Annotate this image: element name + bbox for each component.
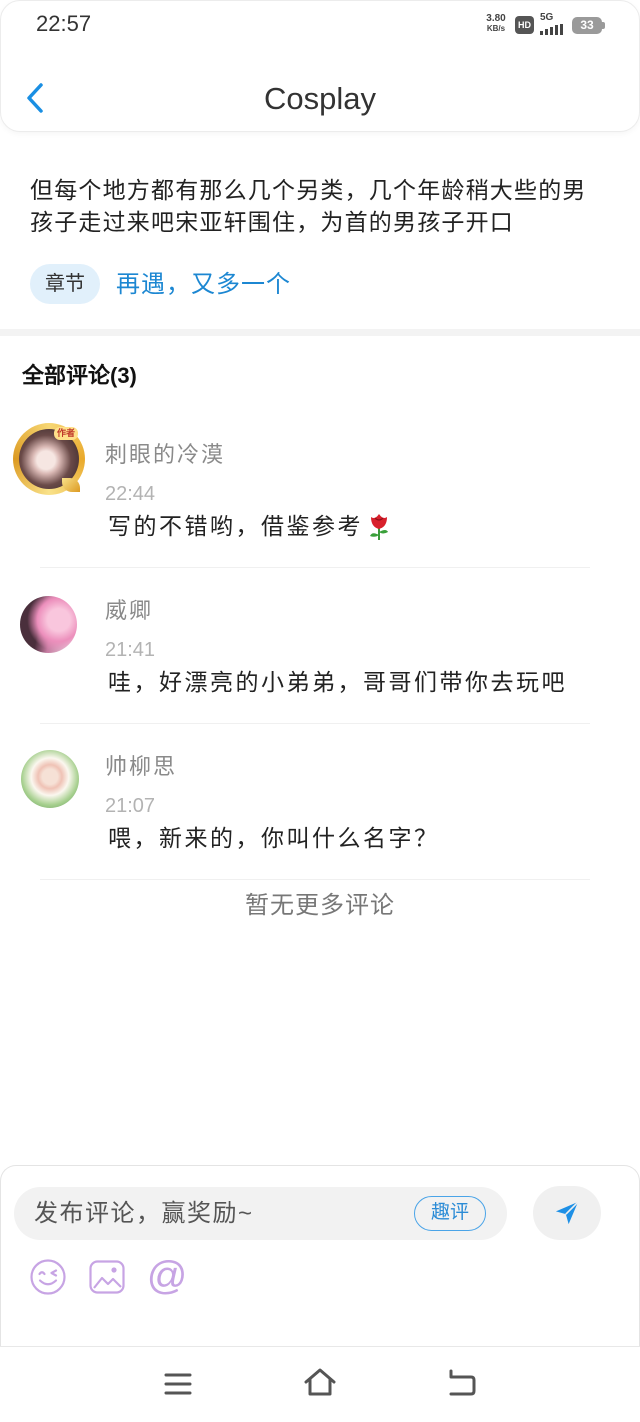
comment-text: 写的不错哟，借鉴参考	[108, 510, 391, 542]
quoted-excerpt: 但每个地方都有那么几个另类，几个年龄稍大些的男孩子走过来吧宋亚轩围住，为首的男孩…	[30, 177, 587, 235]
comment-time: 21:41	[105, 639, 156, 661]
comment-input[interactable]	[34, 1187, 404, 1240]
comment-divider	[40, 567, 590, 568]
avatar[interactable]	[20, 596, 77, 653]
back-icon[interactable]	[446, 1368, 478, 1398]
emoji-icon[interactable]	[29, 1258, 67, 1296]
comment-divider	[40, 879, 590, 880]
network-speed-unit: KB/s	[486, 24, 506, 33]
send-icon[interactable]	[553, 1199, 581, 1227]
avatar[interactable]	[21, 750, 79, 808]
author-badge: 作者	[54, 427, 79, 440]
comment-author[interactable]: 刺眼的冷漠	[105, 440, 225, 470]
menu-icon[interactable]	[164, 1371, 192, 1397]
comment-text-content: 写的不错哟，借鉴参考	[108, 513, 363, 539]
hd-icon: HD	[515, 16, 534, 34]
network-speed-value: 3.80	[486, 13, 506, 24]
comment-time: 21:07	[105, 795, 156, 817]
page-title: Cosplay	[264, 81, 376, 116]
comment-author[interactable]: 帅柳思	[105, 752, 177, 782]
fun-comment-button[interactable]: 趣评	[414, 1196, 486, 1231]
comment-time: 22:44	[105, 483, 156, 505]
battery-tip	[602, 22, 605, 29]
send-button[interactable]	[533, 1186, 601, 1240]
comment-divider	[40, 723, 590, 724]
home-icon[interactable]	[302, 1366, 338, 1398]
network-type: 5G	[540, 12, 554, 23]
status-time: 22:57	[36, 11, 92, 36]
comment-item: 作者 刺眼的冷漠 22:44 写的不错哟，借鉴参考	[0, 420, 640, 576]
comment-author[interactable]: 威卿	[105, 596, 153, 626]
rose-icon	[370, 514, 388, 540]
no-more-comments: 暂无更多评论	[245, 892, 395, 919]
network-speed: 3.80 KB/s	[482, 13, 510, 33]
at-icon[interactable]: @	[146, 1254, 188, 1298]
chapter-badge: 章节	[30, 264, 100, 304]
comments-heading: 全部评论(3)	[22, 363, 137, 388]
chapter-link[interactable]: 再遇，又多一个	[116, 267, 291, 303]
image-icon[interactable]	[88, 1258, 126, 1296]
comment-text: 喂，新来的，你叫什么名字？	[108, 825, 440, 851]
section-divider	[0, 329, 640, 336]
signal-icon	[540, 24, 563, 35]
comment-item: 威卿 21:41 哇，好漂亮的小弟弟，哥哥们带你去玩吧	[0, 576, 640, 732]
comment-text: 哇，好漂亮的小弟弟，哥哥们带你去玩吧	[108, 669, 567, 695]
battery-icon: 33	[572, 17, 602, 34]
comment-item: 帅柳思 21:07 喂，新来的，你叫什么名字？	[0, 732, 640, 888]
